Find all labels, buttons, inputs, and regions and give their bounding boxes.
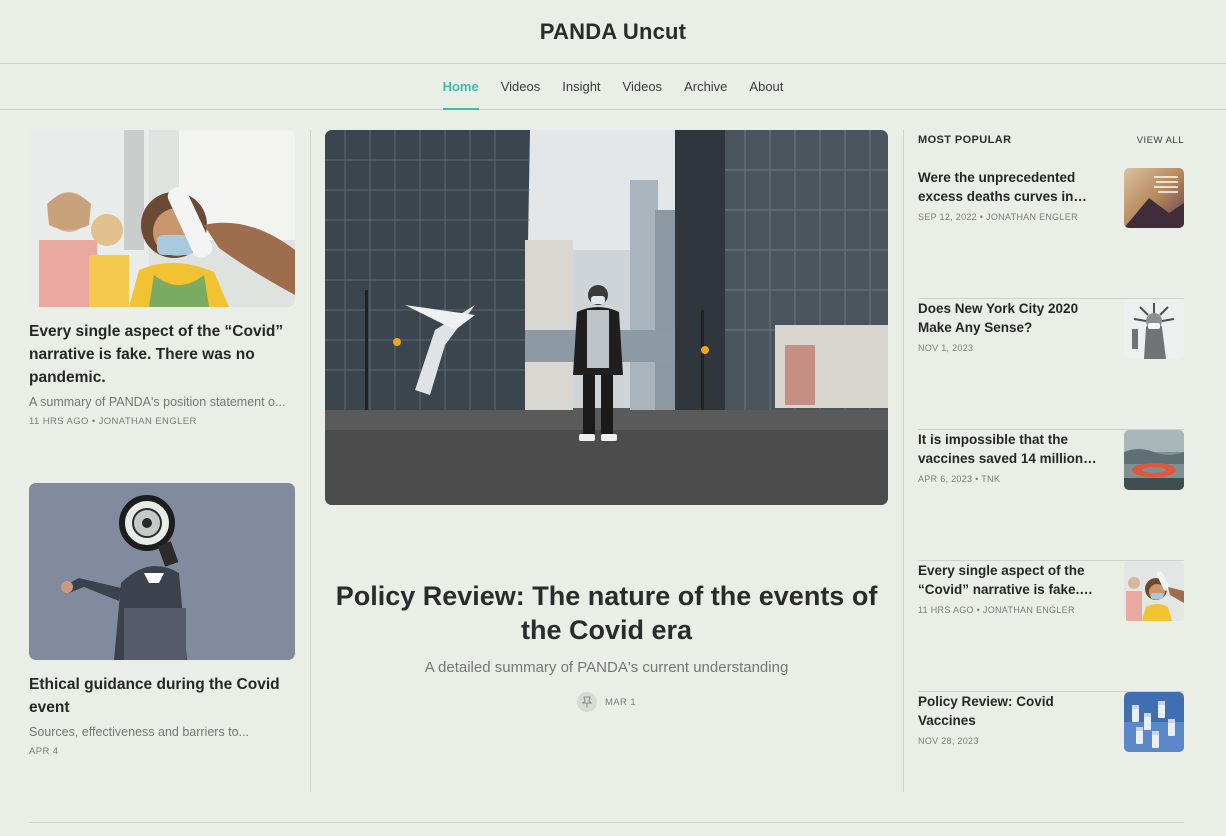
popular-item-thumbnail[interactable] [1124, 168, 1184, 228]
popular-item-meta: NOV 1, 2023 [918, 343, 974, 353]
main-content: Every single aspect of the “Covid” narra… [29, 130, 1184, 792]
article-meta: 11 HRS AGO • JONATHAN ENGLER [29, 416, 197, 427]
main-nav: Home Videos Insight Videos Archive About [0, 64, 1226, 110]
popular-item[interactable]: Does New York City 2020 Make Any Sense? … [918, 299, 1184, 430]
popular-item-title[interactable]: Were the unprecedented excess deaths cur… [918, 168, 1108, 206]
view-all-link[interactable]: VIEW ALL [1137, 135, 1184, 146]
most-popular-header: MOST POPULAR VIEW ALL [918, 130, 1184, 150]
footer-divider [29, 822, 1184, 823]
popular-item-title[interactable]: Does New York City 2020 Make Any Sense? [918, 299, 1108, 337]
hero-article[interactable]: Policy Review: The nature of the events … [325, 130, 888, 712]
popular-item-meta: SEP 12, 2022 • JONATHAN ENGLER [918, 212, 1078, 222]
most-popular-heading: MOST POPULAR [918, 134, 1012, 146]
popular-item[interactable]: Policy Review: Covid Vaccines NOV 28, 20… [918, 692, 1184, 823]
popular-item-meta: APR 6, 2023 • TNK [918, 474, 1001, 484]
nav-item-home[interactable]: Home [432, 64, 490, 110]
popular-item[interactable]: Every single aspect of the “Covid” narra… [918, 561, 1184, 692]
article-title[interactable]: Ethical guidance during the Covid event [29, 673, 295, 719]
nav-item-videos-2[interactable]: Videos [612, 64, 674, 109]
popular-item-meta: 11 HRS AGO • JONATHAN ENGLER [918, 605, 1075, 615]
article-title[interactable]: Every single aspect of the “Covid” narra… [29, 320, 295, 389]
left-article-card[interactable]: Ethical guidance during the Covid event … [29, 483, 295, 757]
nav-item-insight[interactable]: Insight [551, 64, 611, 109]
popular-item-thumbnail[interactable] [1124, 299, 1184, 359]
hero-image-masked-man-empty-street[interactable] [325, 130, 888, 505]
site-header: PANDA Uncut [0, 0, 1226, 64]
popular-item-title[interactable]: It is impossible that the vaccines saved… [918, 430, 1108, 468]
article-subtitle: Sources, effectiveness and barriers to..… [29, 725, 250, 739]
article-subtitle: A summary of PANDA's position statement … [29, 395, 286, 409]
nav-item-videos[interactable]: Videos [490, 64, 552, 109]
article-thumbnail-child-temperature-check[interactable] [29, 130, 295, 307]
article-thumbnail-megaphone[interactable] [29, 483, 295, 660]
hero-meta: MAR 1 [325, 692, 888, 712]
column-divider-right [903, 130, 904, 792]
popular-item-meta: NOV 28, 2023 [918, 736, 979, 746]
popular-item[interactable]: It is impossible that the vaccines saved… [918, 430, 1184, 561]
article-meta: APR 4 [29, 746, 59, 757]
site-title[interactable]: PANDA Uncut [540, 19, 686, 45]
nav-item-about[interactable]: About [738, 64, 794, 109]
hero-title[interactable]: Policy Review: The nature of the events … [325, 579, 888, 647]
pin-icon [576, 692, 597, 712]
most-popular-section: MOST POPULAR VIEW ALL Were the unprecede… [918, 130, 1184, 752]
popular-item-thumbnail[interactable] [1124, 561, 1184, 621]
hero-subtitle: A detailed summary of PANDA's current un… [424, 659, 789, 676]
left-article-card[interactable]: Every single aspect of the “Covid” narra… [29, 130, 295, 427]
hero-date: MAR 1 [604, 696, 637, 708]
popular-item-thumbnail[interactable] [1124, 692, 1184, 752]
popular-item-title[interactable]: Every single aspect of the “Covid” narra… [918, 561, 1108, 599]
nav-item-archive[interactable]: Archive [673, 64, 738, 109]
popular-item-title[interactable]: Policy Review: Covid Vaccines [918, 692, 1108, 730]
popular-item[interactable]: Were the unprecedented excess deaths cur… [918, 168, 1184, 299]
popular-item-thumbnail[interactable] [1124, 430, 1184, 490]
column-divider-left [310, 130, 311, 792]
